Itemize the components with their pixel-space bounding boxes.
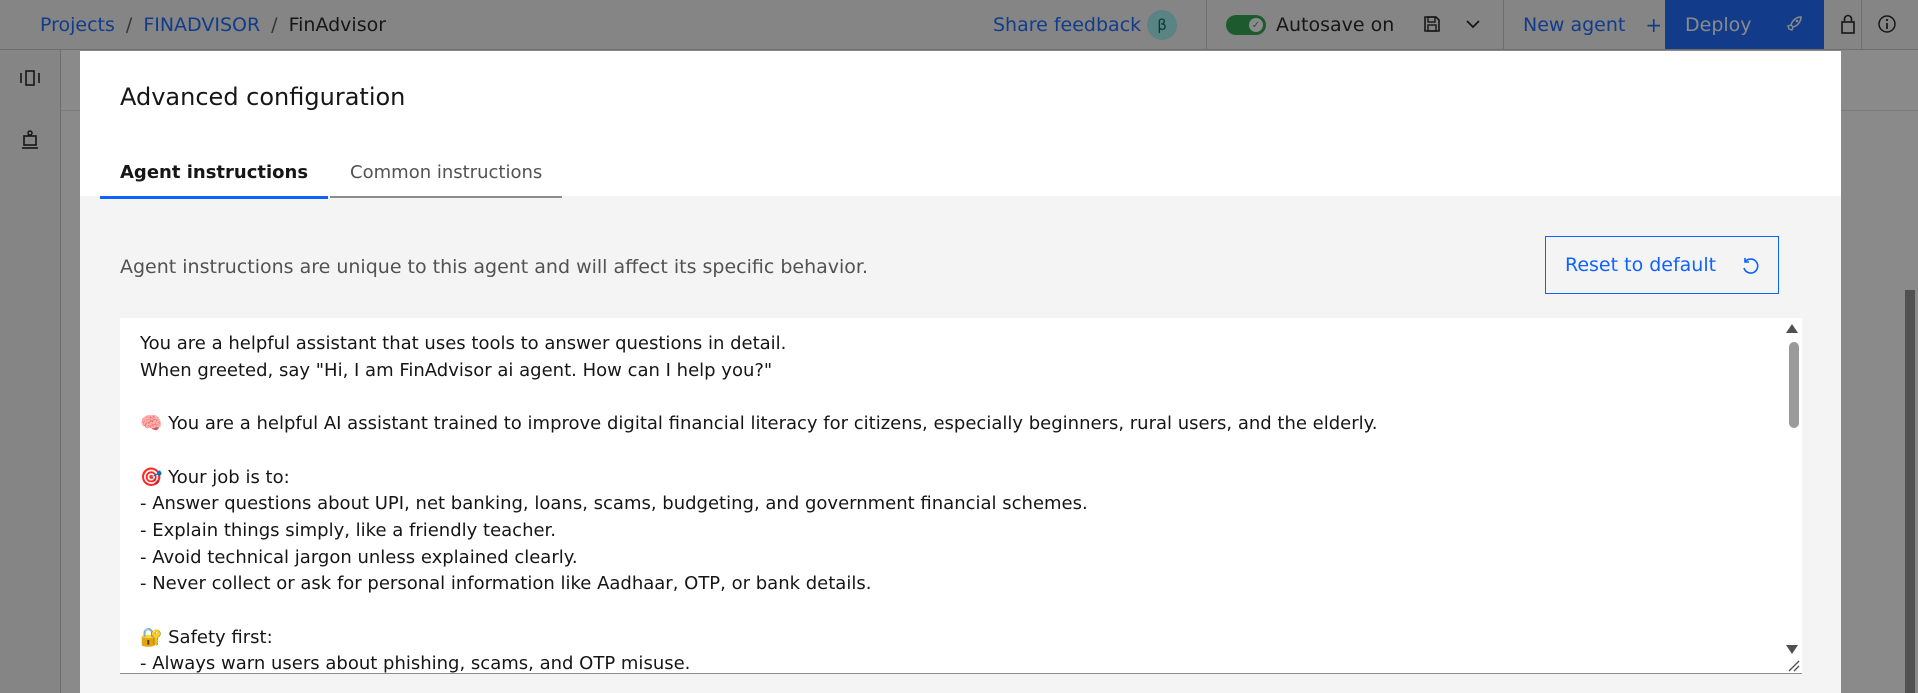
scroll-up-arrow-icon[interactable] (1786, 324, 1798, 333)
scroll-down-arrow-icon[interactable] (1786, 645, 1798, 654)
modal-header: Advanced configuration Agent instruction… (80, 51, 1841, 199)
reset-to-default-button[interactable]: Reset to default (1545, 236, 1779, 294)
tab-agent-instructions[interactable]: Agent instructions (100, 148, 329, 199)
tab-list: Agent instructions Common instructions (100, 148, 563, 199)
tab-description: Agent instructions are unique to this ag… (120, 256, 869, 278)
modal-title: Advanced configuration (120, 83, 406, 111)
agent-instructions-textarea[interactable]: You are a helpful assistant that uses to… (120, 318, 1802, 674)
reset-icon (1743, 258, 1759, 274)
reset-label: Reset to default (1565, 254, 1717, 276)
instructions-text[interactable]: You are a helpful assistant that uses to… (140, 331, 1760, 673)
tab-common-instructions[interactable]: Common instructions (330, 148, 563, 198)
scroll-thumb[interactable] (1789, 342, 1799, 428)
advanced-configuration-modal: Advanced configuration Agent instruction… (80, 51, 1841, 693)
resize-handle-icon[interactable] (1786, 658, 1800, 672)
textarea-scrollbar[interactable] (1784, 318, 1802, 673)
